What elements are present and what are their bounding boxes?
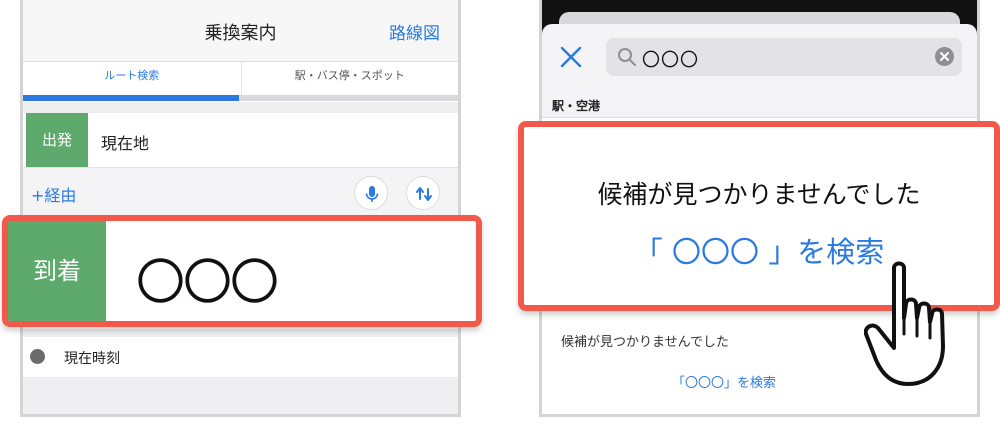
time-row[interactable]: 現在時刻 xyxy=(23,337,458,377)
search-for-link[interactable]: 「〇〇〇」を検索 xyxy=(672,372,776,391)
via-row: +経由 xyxy=(23,167,458,217)
tab-track xyxy=(23,95,458,101)
search-input[interactable]: 〇〇〇 xyxy=(606,38,962,76)
clear-x-glyph xyxy=(940,52,949,61)
clear-icon[interactable] xyxy=(935,47,954,66)
route-search-screen: 乗換案内 路線図 ルート検索 駅・バス停・スポット 出発 現在地 +経由 現在時… xyxy=(20,0,461,417)
nav-bar: 乗換案内 路線図 xyxy=(23,0,458,62)
arrival-value[interactable]: 〇〇〇 xyxy=(136,243,279,314)
microphone-icon xyxy=(365,186,379,202)
arrival-callout[interactable]: 到着 〇〇〇 xyxy=(2,215,482,327)
no-results-message: 候補が見つかりませんでした xyxy=(561,335,729,350)
swap-arrows-icon xyxy=(416,187,432,201)
callout-message: 候補が見つかりませんでした xyxy=(597,180,921,209)
departure-value[interactable]: 現在地 xyxy=(101,130,149,154)
search-value: 〇〇〇 xyxy=(642,50,699,71)
tab-station-spot[interactable]: 駅・バス停・スポット xyxy=(240,62,459,98)
voice-input-button[interactable] xyxy=(354,176,388,210)
search-icon xyxy=(618,48,636,66)
tab-route-search[interactable]: ルート検索 xyxy=(23,62,241,98)
departure-tag: 出発 xyxy=(26,113,88,167)
route-map-link[interactable]: 路線図 xyxy=(389,19,440,44)
add-via-link[interactable]: +経由 xyxy=(31,182,76,206)
tab-active-indicator xyxy=(23,95,239,101)
close-icon[interactable] xyxy=(558,44,584,70)
time-option-label[interactable]: 現在時刻 xyxy=(64,348,120,368)
arrival-tag: 到着 xyxy=(8,221,106,321)
pointing-hand-icon xyxy=(864,261,945,386)
swap-button[interactable] xyxy=(406,176,440,210)
section-header: 駅・空港 xyxy=(552,99,601,113)
clock-icon xyxy=(30,349,45,364)
departure-row[interactable]: 出発 現在地 xyxy=(23,113,458,167)
